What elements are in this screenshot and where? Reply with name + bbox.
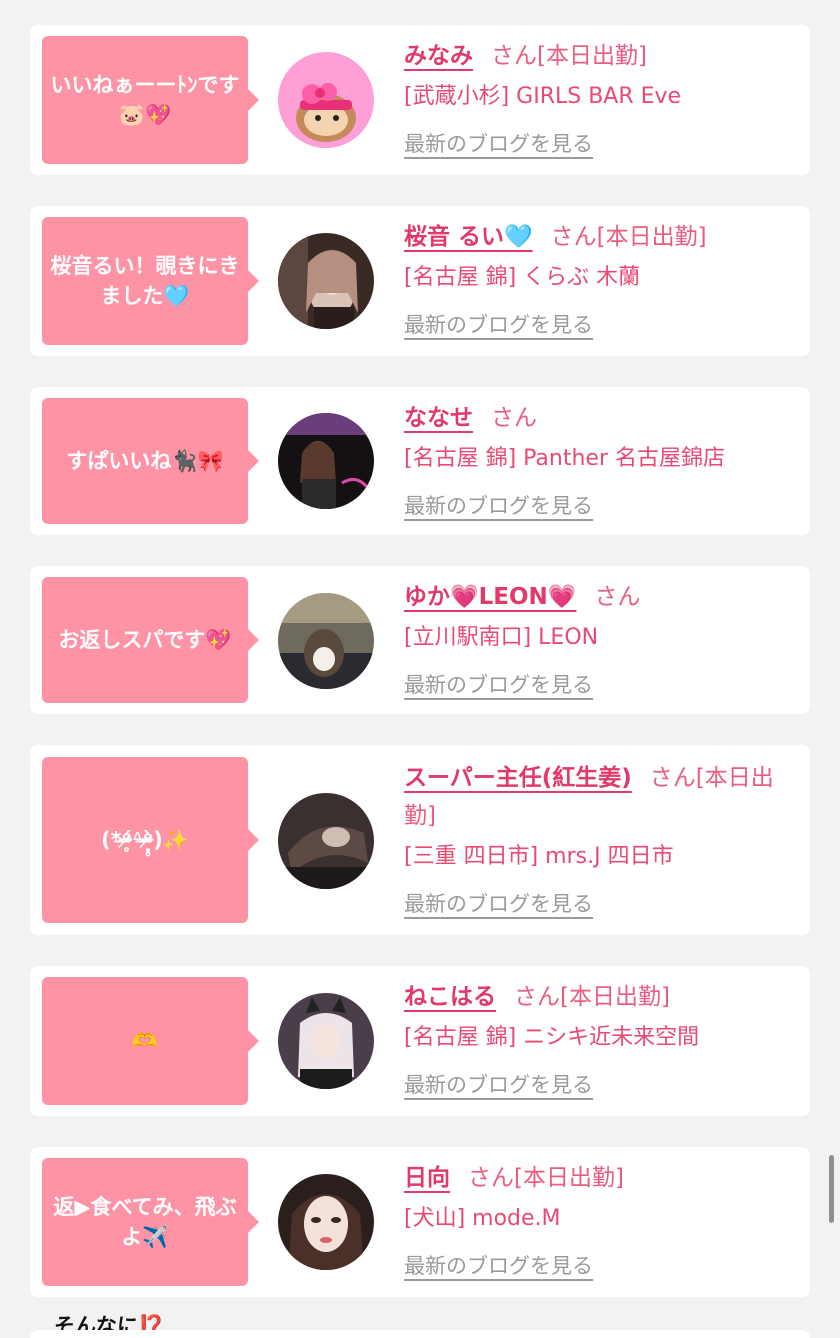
comment-text: すぱいいね🐈‍⬛🎀 [66,449,224,473]
shop-label: [名古屋 錦] ニシキ近未来空間 [404,1025,700,1050]
entry-info: みなみ さん[本日出勤] [武蔵小杉] GIRLS BAR Eve 最新のブログを… [404,37,800,159]
comment-bubble: 🫶 [42,977,259,1105]
list-item: いいねぁーーﾄﾝです🐷💖 みなみ さん[本日出勤] [武蔵小杉] GIRLS BA… [30,25,810,175]
entry-info: スーパー主任(紅生姜) さん[本日出勤] [三重 四日市] mrs.J 四日市 最… [404,759,800,919]
cast-suffix: さん[本日出勤] [468,1165,624,1191]
next-card [30,1330,810,1338]
avatar[interactable] [278,1174,374,1270]
entry-info: ゆか💗LEON💗 さん [立川駅南口] LEON 最新のブログを見る [404,578,800,700]
blog-link[interactable]: 最新のブログを見る [404,889,593,919]
comment-text: お返しスパです💖 [58,628,232,652]
shop-label: [三重 四日市] mrs.J 四日市 [404,844,674,869]
avatar[interactable] [278,593,374,689]
scrollbar[interactable] [829,1155,834,1223]
comment-bubble: (*ᵒ̴̶̷̥́ᐞᵒ̴̶̷̣̥̀)✨ [42,757,259,923]
blog-link[interactable]: 最新のブログを見る [404,310,593,340]
blog-link[interactable]: 最新のブログを見る [404,1070,593,1100]
cast-suffix: さん[本日出勤] [550,224,707,250]
comment-bubble: 返▶食べてみ、飛ぶよ✈️ [42,1158,259,1286]
comment-bubble: いいねぁーーﾄﾝです🐷💖 [42,36,259,164]
comment-text: いいねぁーーﾄﾝです🐷💖 [50,73,240,127]
shop-label: [名古屋 錦] Panther 名古屋錦店 [404,446,725,471]
entry-info: 桜音 るい🩵 さん[本日出勤] [名古屋 錦] くらぶ 木蘭 最新のブログを見る [404,218,800,340]
avatar[interactable] [278,52,374,148]
entry-info: ななせ さん [名古屋 錦] Panther 名古屋錦店 最新のブログを見る [404,399,800,521]
comment-bubble: お返しスパです💖 [42,577,259,703]
comment-bubble: すぱいいね🐈‍⬛🎀 [42,398,259,524]
cast-suffix: さん[本日出勤] [514,984,670,1010]
list-item: 🫶 ねこはる さん[本日出勤] [名古屋 錦] ニシキ近未来空間 最新のブログを見… [30,966,810,1116]
cast-name-link[interactable]: ななせ [404,405,473,431]
list-item: 返▶食べてみ、飛ぶよ✈️ 日向 さん[本日出勤] [犬山] mode.M 最新のブ… [30,1147,810,1297]
cast-name-link[interactable]: ねこはる [404,984,496,1010]
comment-text: 🫶 [131,1029,159,1053]
blog-link[interactable]: 最新のブログを見る [404,670,593,700]
avatar[interactable] [278,233,374,329]
avatar[interactable] [278,793,374,889]
comment-bubble: 桜音るい！覗きにきました🩵 [42,217,259,345]
cast-suffix: さん [491,405,537,431]
shop-label: [武蔵小杉] GIRLS BAR Eve [404,84,682,109]
cast-name-link[interactable]: みなみ [404,43,473,69]
avatar[interactable] [278,413,374,509]
avatar[interactable] [278,993,374,1089]
blog-link[interactable]: 最新のブログを見る [404,129,593,159]
blog-link[interactable]: 最新のブログを見る [404,491,593,521]
cast-suffix: さん [594,584,641,610]
entry-info: 日向 さん[本日出勤] [犬山] mode.M 最新のブログを見る [404,1159,800,1281]
list-item: お返しスパです💖 ゆか💗LEON💗 さん [立川駅南口] LEON 最新のブログを… [30,566,810,714]
cast-name-link[interactable]: 日向 [404,1165,450,1191]
list-item: (*ᵒ̴̶̷̥́ᐞᵒ̴̶̷̣̥̀)✨ スーパー主任(紅生姜) さん[本日出勤] [… [30,745,810,935]
entry-info: ねこはる さん[本日出勤] [名古屋 錦] ニシキ近未来空間 最新のブログを見る [404,978,800,1100]
shop-label: [立川駅南口] LEON [404,625,599,650]
list-item: すぱいいね🐈‍⬛🎀 ななせ さん [名古屋 錦] Panther 名古屋錦店 最新… [30,387,810,535]
comment-text: 返▶食べてみ、飛ぶよ✈️ [53,1195,237,1249]
shop-label: [犬山] mode.M [404,1206,561,1231]
cast-name-link[interactable]: ゆか💗LEON💗 [404,584,576,610]
cast-name-link[interactable]: スーパー主任(紅生姜) [404,765,632,791]
shop-label: [名古屋 錦] くらぶ 木蘭 [404,265,641,290]
comment-text: (*ᵒ̴̶̷̥́ᐞᵒ̴̶̷̣̥̀)✨ [101,828,189,852]
comment-text: 桜音るい！覗きにきました🩵 [50,254,240,308]
list-item: 桜音るい！覗きにきました🩵 桜音 るい🩵 さん[本日出勤] [名古屋 錦] くらぶ… [30,206,810,356]
cast-suffix: さん[本日出勤] [491,43,647,69]
cast-name-link[interactable]: 桜音 るい🩵 [404,224,533,250]
blog-link[interactable]: 最新のブログを見る [404,1251,593,1281]
